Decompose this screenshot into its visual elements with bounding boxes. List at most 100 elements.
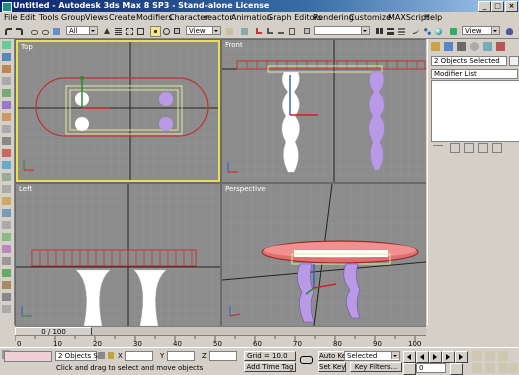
tab-patch-icon[interactable]	[2, 89, 11, 97]
select-object-button[interactable]	[102, 26, 113, 37]
menu-tools[interactable]: Tools	[39, 13, 59, 22]
field-of-view-icon[interactable]	[472, 363, 482, 373]
undo-button[interactable]	[3, 26, 14, 37]
create-tab-icon[interactable]	[431, 42, 440, 51]
menu-rendering[interactable]: Rendering	[313, 13, 354, 22]
key-mode-dropdown[interactable]: Selected	[344, 351, 400, 361]
maximize-viewport-icon[interactable]	[509, 363, 518, 373]
reference-coordinate-dropdown[interactable]: View	[186, 26, 221, 35]
viewport-left-label[interactable]: Left	[19, 185, 32, 193]
make-unique-icon[interactable]	[464, 143, 474, 153]
tab-spacewarps-icon[interactable]	[2, 161, 11, 169]
mirror-button[interactable]	[374, 26, 385, 37]
auto-key-button[interactable]: Auto Key	[318, 351, 350, 361]
motion-tab-icon[interactable]	[470, 42, 479, 51]
tab-reactor-icon[interactable]	[2, 221, 11, 229]
zoom-extents-icon[interactable]	[498, 351, 508, 361]
object-name-field[interactable]: 2 Objects Selected	[431, 56, 507, 66]
tab-hair-icon[interactable]	[2, 269, 11, 277]
zoom-all-icon[interactable]	[485, 351, 495, 361]
modify-tab-icon[interactable]	[444, 42, 453, 51]
tab-misc-icon[interactable]	[2, 305, 11, 313]
modifier-stack[interactable]	[431, 80, 519, 142]
tab-modeling-icon[interactable]	[2, 185, 11, 193]
menu-maxscript[interactable]: MAXScript	[388, 13, 429, 22]
show-end-result-icon[interactable]	[450, 143, 460, 153]
set-key-button[interactable]: Set Key	[318, 362, 346, 372]
viewport-left[interactable]: Left	[16, 184, 220, 326]
go-to-start-button[interactable]	[403, 351, 416, 363]
viewport-perspective-label[interactable]: Perspective	[225, 185, 266, 193]
spinner-snap-button[interactable]	[287, 26, 298, 37]
window-crossing-button[interactable]	[135, 26, 146, 37]
hierarchy-tab-icon[interactable]	[457, 42, 466, 51]
material-editor-button[interactable]	[433, 26, 444, 37]
rect-selection-button[interactable]	[124, 26, 135, 37]
edit-named-selection-button[interactable]	[302, 26, 313, 37]
close-button[interactable]: ×	[505, 1, 518, 12]
select-and-scale-button[interactable]	[172, 26, 183, 37]
tab-extras-icon[interactable]	[2, 257, 11, 265]
menu-group[interactable]: Group	[61, 13, 85, 22]
menu-customize[interactable]: Customize	[349, 13, 391, 22]
viewport-top-label[interactable]: Top	[21, 43, 33, 51]
y-coordinate-field[interactable]	[167, 351, 195, 361]
tab-cloth-icon[interactable]	[2, 281, 11, 289]
menu-animation[interactable]: Animation	[231, 13, 272, 22]
align-button[interactable]	[385, 26, 396, 37]
key-icon[interactable]	[300, 356, 313, 364]
snaps-toggle-button[interactable]	[254, 26, 265, 37]
tab-customize-icon[interactable]	[2, 245, 11, 253]
z-coordinate-field[interactable]	[209, 351, 237, 361]
tab-modifiers-icon[interactable]	[2, 173, 11, 181]
tab-scripts-icon[interactable]	[2, 293, 11, 301]
track-bar[interactable]: 0 10 20 30 40 50 60 70 80 90 100	[15, 335, 426, 348]
maximize-button[interactable]: □	[491, 1, 504, 12]
viewport-front-label[interactable]: Front	[225, 41, 243, 49]
tab-helpers-icon[interactable]	[2, 149, 11, 157]
quick-render-button[interactable]	[504, 26, 515, 37]
tab-nurbs-icon[interactable]	[2, 101, 11, 109]
select-by-name-button[interactable]	[113, 26, 124, 37]
viewport-top[interactable]: Top	[16, 40, 220, 182]
render-type-dropdown[interactable]: View	[462, 26, 500, 35]
menu-help[interactable]: Help	[424, 13, 442, 22]
go-to-end-button[interactable]	[455, 351, 468, 363]
tab-objects-icon[interactable]	[2, 41, 11, 49]
link-button[interactable]	[29, 26, 40, 37]
zoom-icon[interactable]	[472, 351, 482, 361]
select-manipulate-button[interactable]	[239, 26, 250, 37]
arc-rotate-icon[interactable]	[498, 363, 508, 373]
menu-create[interactable]: Create	[109, 13, 136, 22]
menu-file[interactable]: File	[4, 13, 17, 22]
unlink-button[interactable]	[40, 26, 51, 37]
pan-icon[interactable]	[485, 363, 495, 373]
menu-reactor[interactable]: reactor	[204, 13, 233, 22]
configure-modifier-sets-icon[interactable]	[492, 143, 502, 153]
angle-snap-button[interactable]	[265, 26, 276, 37]
tab-cameras-icon[interactable]	[2, 137, 11, 145]
time-configuration-button[interactable]	[450, 363, 463, 375]
object-color-swatch[interactable]	[509, 56, 519, 66]
menu-character[interactable]: Character	[169, 13, 209, 22]
menu-views[interactable]: Views	[85, 13, 108, 22]
tab-materials-icon[interactable]	[2, 197, 11, 205]
pivot-center-button[interactable]	[224, 26, 235, 37]
key-filters-button[interactable]: Key Filters...	[350, 362, 402, 372]
selection-filter-dropdown[interactable]: All	[66, 26, 98, 35]
viewport-front[interactable]: Front	[222, 40, 426, 182]
tab-controllers-icon[interactable]	[2, 209, 11, 217]
modifier-list-dropdown[interactable]: Modifier List	[431, 69, 518, 79]
schematic-view-button[interactable]	[422, 26, 433, 37]
display-tab-icon[interactable]	[483, 42, 492, 51]
next-frame-button[interactable]	[442, 351, 455, 363]
previous-frame-button[interactable]	[416, 351, 429, 363]
add-time-tag-button[interactable]: Add Time Tag	[244, 362, 296, 372]
key-mode-toggle[interactable]	[403, 363, 416, 375]
render-scene-button[interactable]	[448, 26, 459, 37]
curve-editor-button[interactable]	[411, 26, 422, 37]
tab-compounds-icon[interactable]	[2, 65, 11, 73]
menu-edit[interactable]: Edit	[20, 13, 36, 22]
viewport-perspective[interactable]: Perspective	[222, 184, 426, 326]
minimize-button[interactable]: _	[478, 1, 491, 12]
